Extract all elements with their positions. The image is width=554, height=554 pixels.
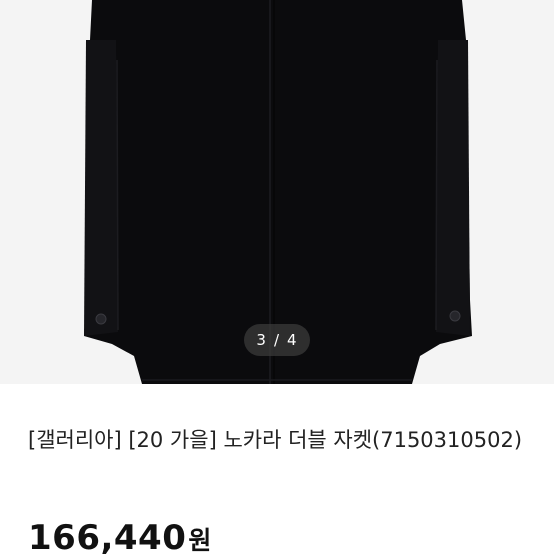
- pager-separator: /: [273, 331, 281, 349]
- image-pager[interactable]: 3 / 4: [244, 324, 310, 356]
- price-currency: 원: [188, 526, 212, 554]
- pager-total: 4: [287, 331, 298, 349]
- product-image-gallery[interactable]: 3 / 4: [0, 0, 554, 384]
- product-info: [갤러리아] [20 가을] 노카라 더블 자켓(7150310502) 166…: [0, 384, 554, 554]
- left-sleeve-seam: [116, 59, 119, 331]
- right-sleeve-seam: [435, 59, 438, 331]
- product-page: 3 / 4 [갤러리아] [20 가을] 노카라 더블 자켓(715031050…: [0, 0, 554, 554]
- left-sleeve: [84, 40, 118, 336]
- product-price: 166,440: [28, 518, 187, 554]
- pager-current: 3: [256, 331, 267, 349]
- right-cuff-button: [449, 310, 461, 322]
- left-cuff-button: [95, 313, 107, 325]
- right-sleeve: [436, 40, 470, 336]
- product-title: [갤러리아] [20 가을] 노카라 더블 자켓(7150310502): [28, 428, 523, 452]
- price-row: 166,440 원: [28, 518, 211, 554]
